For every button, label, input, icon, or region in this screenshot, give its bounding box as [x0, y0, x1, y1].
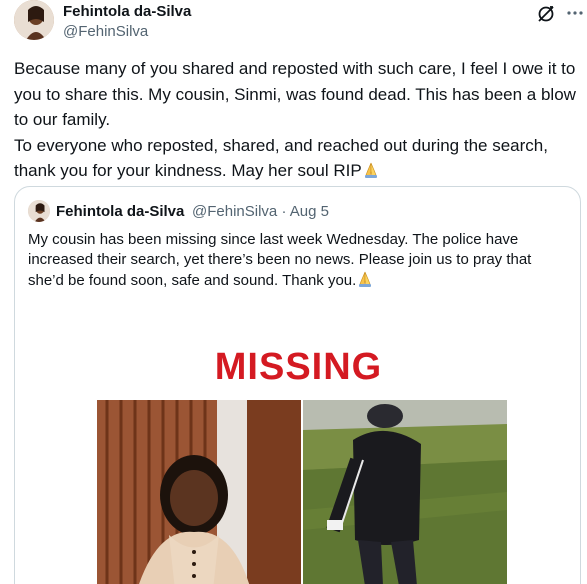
author-handle[interactable]: @FehinSilva	[63, 23, 148, 40]
quoted-tweet-text-body: My cousin has been missing since last we…	[28, 231, 532, 289]
missing-headline: MISSING	[214, 346, 383, 388]
quoted-separator: ·	[281, 203, 287, 220]
quoted-date: Aug 5	[289, 203, 329, 220]
quoted-author-avatar	[28, 200, 50, 222]
quoted-meta: @FehinSilva · Aug 5	[192, 203, 329, 220]
quoted-author-display-name: Fehintola da-Silva	[56, 203, 185, 220]
quoted-tweet-media[interactable]: MISSING	[15, 313, 580, 584]
tweet-text: Because many of you shared and reposted …	[14, 56, 579, 184]
grok-icon[interactable]	[536, 4, 556, 24]
author-avatar[interactable]	[14, 0, 54, 40]
tweet-paragraph-2: To everyone who reposted, shared, and re…	[14, 133, 579, 184]
tweet-paragraph-2-text: To everyone who reposted, shared, and re…	[14, 135, 548, 181]
tweet-paragraph-1: Because many of you shared and reposted …	[14, 59, 576, 129]
folded-hands-emoji-icon	[356, 270, 374, 288]
quoted-author-handle: @FehinSilva	[192, 203, 278, 220]
author-display-name[interactable]: Fehintola da-Silva	[63, 3, 191, 20]
quoted-tweet-card[interactable]: Fehintola da-Silva @FehinSilva · Aug 5 M…	[14, 186, 581, 584]
quoted-tweet-text: My cousin has been missing since last we…	[28, 230, 568, 291]
folded-hands-emoji-icon	[362, 161, 380, 179]
surveillance-photo	[303, 400, 507, 584]
more-options-icon[interactable]	[565, 3, 585, 23]
missing-person-photo	[97, 400, 301, 584]
